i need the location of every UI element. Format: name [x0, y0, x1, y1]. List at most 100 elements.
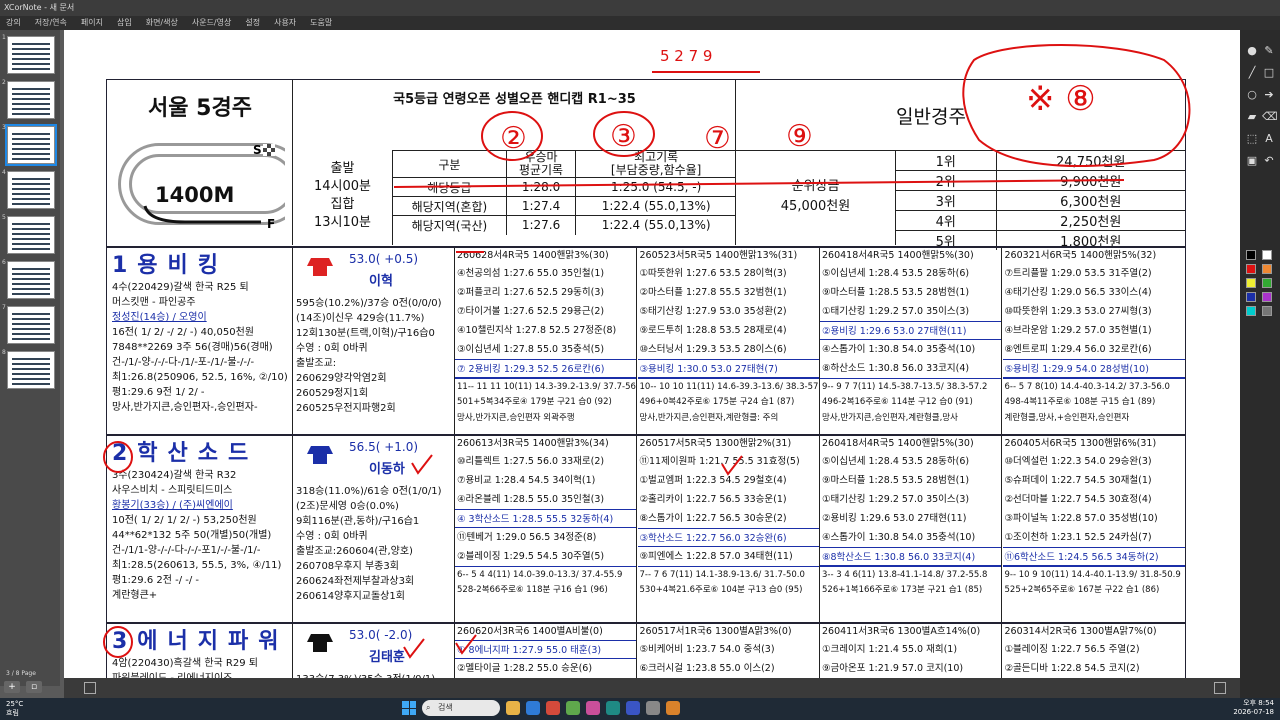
jockey-detail-line: (2조)문세영 0승(0.0%)	[296, 501, 399, 512]
weather-temp: 25°C	[6, 700, 24, 708]
menu-item[interactable]: 화면/색상	[146, 16, 178, 30]
color-swatch[interactable]	[1262, 292, 1272, 302]
menu-item[interactable]: 도움말	[310, 16, 332, 30]
eraser-icon[interactable]: ⌫	[1262, 110, 1278, 124]
table-cell: 해당지역(국산)	[393, 215, 507, 235]
select-icon[interactable]: ⬚	[1245, 132, 1259, 146]
menu-item[interactable]: 사용자	[274, 16, 296, 30]
jockey-detail-line: (14조)이신우 429승(11.7%)	[296, 313, 425, 324]
record-row: ②퍼플코리 1:27.6 52.5 29동히(3)	[457, 287, 605, 298]
past-race-record: 260613서3R국5 1400핸맑3%(34) ⑩리틀렉트 1:27.5 56.…	[455, 436, 637, 622]
menu-item[interactable]: 사운드/영상	[192, 16, 232, 30]
taskbar-search[interactable]: ⌕ 검색	[422, 700, 500, 716]
record-row: ⑧엔트로피 1:29.4 56.0 32로칸(6)	[1004, 344, 1152, 355]
page-thumbnail[interactable]	[7, 36, 55, 74]
edge-icon[interactable]	[526, 701, 540, 715]
record-weight-info: 498-4복11주로⑥ 108분 구15 습1 (89)	[1004, 397, 1156, 407]
menu-item[interactable]: 삽입	[117, 16, 132, 30]
horse-entry: 1용비킹 4수(220429)갈색 한국 R25 퇴 머스킷맨 - 파인공주 정성진(…	[107, 246, 1185, 434]
color-swatch[interactable]	[1262, 250, 1272, 260]
pen-icon[interactable]: ✎	[1262, 44, 1276, 58]
menu-item[interactable]: 저장/연속	[35, 16, 67, 30]
arrow-icon[interactable]: ➔	[1262, 88, 1276, 102]
record-row: ③학산소드 1:22.7 56.0 32승완(6)	[637, 528, 819, 547]
thumbnail-number: 1	[2, 34, 6, 41]
color-swatch[interactable]	[1246, 278, 1256, 288]
page-thumbnail[interactable]	[7, 261, 55, 299]
jockey-detail-line: 318승(11.0%)/61승 0전(1/0/1)	[296, 486, 442, 497]
record-row: ⑤이십년세 1:28.4 53.5 28동하(6)	[822, 456, 970, 467]
app-icon[interactable]	[586, 701, 600, 715]
record-sectional: 10-- 10 10 11(11) 14.6-39.3-13.6/ 38.3-5…	[637, 378, 819, 394]
record-header: 260418서4R국5 1400핸맑5%(30)	[822, 250, 974, 261]
jockey-detail-line: 출발조교:260604(관,양호)	[296, 546, 413, 557]
start-marker: S	[253, 143, 262, 157]
color-swatch[interactable]	[1246, 292, 1256, 302]
app-icon[interactable]	[606, 701, 620, 715]
table-cell: 1:25.0 (54.5, -)	[575, 177, 736, 197]
horse-name: 1용비킹	[112, 253, 229, 278]
page-thumbnail[interactable]	[7, 171, 55, 209]
jockey-detail-line: 수영 : 0회 0바퀴	[296, 531, 368, 542]
menu-item[interactable]: 설정	[245, 16, 260, 30]
race-header-left: 서울 5경주 S F 1400M	[107, 80, 293, 245]
page-thumbnail[interactable]	[5, 124, 57, 166]
page-thumbnail[interactable]	[7, 216, 55, 254]
head-best-record: 최고기록 [부담중량,함수율]	[575, 150, 736, 178]
highlighter-icon[interactable]: ▰	[1245, 110, 1259, 124]
horse-info: 2학산소드 3수(230424)갈색 한국 R32 사우스비치 - 스피릿티드미스 황…	[107, 436, 293, 622]
past-records: 260628서4R국5 1400핸맑3%(30) ④천공의섬 1:27.6 55.…	[455, 248, 1185, 434]
page-thumbnail[interactable]	[7, 81, 55, 119]
start-icon[interactable]	[402, 701, 416, 715]
color-swatch[interactable]	[1246, 264, 1256, 274]
record-row: ⑨로드투히 1:28.8 53.5 28재로(4)	[639, 325, 787, 336]
clock-time: 오후 8:54	[1243, 699, 1274, 707]
record-weight-info: 530+4복21.6주로⑥ 104분 구13 습0 (95)	[639, 585, 803, 595]
color-swatch[interactable]	[1246, 306, 1256, 316]
image-icon[interactable]: ▣	[1245, 154, 1259, 168]
undo-icon[interactable]: ↶	[1262, 154, 1276, 168]
app-icon[interactable]	[626, 701, 640, 715]
record-row: ⑧하산소드 1:30.8 56.0 33코지(4)	[822, 363, 970, 374]
add-page-button[interactable]: +	[4, 681, 20, 693]
document-canvas[interactable]: 서울 5경주 S F 1400M 국5등급 연령오픈 성별오픈 핸디캡 R1~3…	[64, 30, 1240, 698]
delete-page-button[interactable]: ▫	[26, 681, 42, 693]
weather-widget[interactable]: 25°C 흐림	[6, 700, 23, 718]
text-icon[interactable]: A	[1262, 132, 1276, 146]
jockey-silk-icon	[305, 630, 335, 654]
past-race-record: 260321서6R국5 1400핸맑5%(32) ⑦트리플팔 1:29.0 53.…	[1002, 248, 1185, 434]
file-explorer-icon[interactable]	[506, 701, 520, 715]
table-cell: 해당지역(혼합)	[393, 196, 507, 216]
record-row: ⑨마스터플 1:28.5 53.5 28범현(1)	[822, 475, 970, 486]
record-sectional: 3-- 3 4 6(11) 13.8-41.1-14.8/ 37.2-55.8	[820, 566, 1001, 582]
page-thumbnail[interactable]	[7, 351, 55, 389]
weather-condition: 흐림	[6, 709, 19, 717]
scroll-right-button[interactable]	[1214, 682, 1226, 694]
jockey-details: 595승(10.2%)/37승 0전(0/0/0) (14조)이신우 429승(1…	[296, 296, 454, 416]
page-thumbnail[interactable]	[7, 306, 55, 344]
rect-icon[interactable]: □	[1262, 66, 1276, 80]
record-header: 260321서6R국5 1400핸맑5%(32)	[1004, 250, 1157, 261]
menu-item[interactable]: 페이지	[81, 16, 103, 30]
system-clock[interactable]: 오후 8:54 2026-07-18	[1190, 699, 1274, 717]
app-icon[interactable]	[546, 701, 560, 715]
color-swatch[interactable]	[1262, 306, 1272, 316]
menu-item[interactable]: 강의	[6, 16, 21, 30]
scroll-left-button[interactable]	[84, 682, 96, 694]
color-swatch[interactable]	[1262, 264, 1272, 274]
circle-icon[interactable]: ○	[1245, 88, 1259, 102]
app-icon[interactable]	[646, 701, 660, 715]
record-row: ⑪6학산소드 1:24.5 56.5 34동하(2)	[1002, 547, 1185, 566]
record-table-head: 구분 우승마 평균기록 최고기록 [부담중량,함수율]	[393, 150, 736, 178]
record-icon[interactable]: ●	[1245, 44, 1259, 58]
app-icon[interactable]	[666, 701, 680, 715]
line-icon[interactable]: ╱	[1245, 66, 1259, 80]
app-icon[interactable]	[566, 701, 580, 715]
jockey-detail-line: 595승(10.2%)/37승 0전(0/0/0)	[296, 298, 442, 309]
record-header: 260418서4R국5 1400핸맑5%(30)	[822, 438, 974, 449]
prize-rank: 3위	[896, 190, 997, 211]
horizontal-scrollbar[interactable]	[64, 678, 1240, 698]
record-row: ④ 3학산소드 1:28.5 55.5 32동하(4)	[455, 509, 636, 528]
color-swatch[interactable]	[1262, 278, 1272, 288]
color-swatch[interactable]	[1246, 250, 1256, 260]
